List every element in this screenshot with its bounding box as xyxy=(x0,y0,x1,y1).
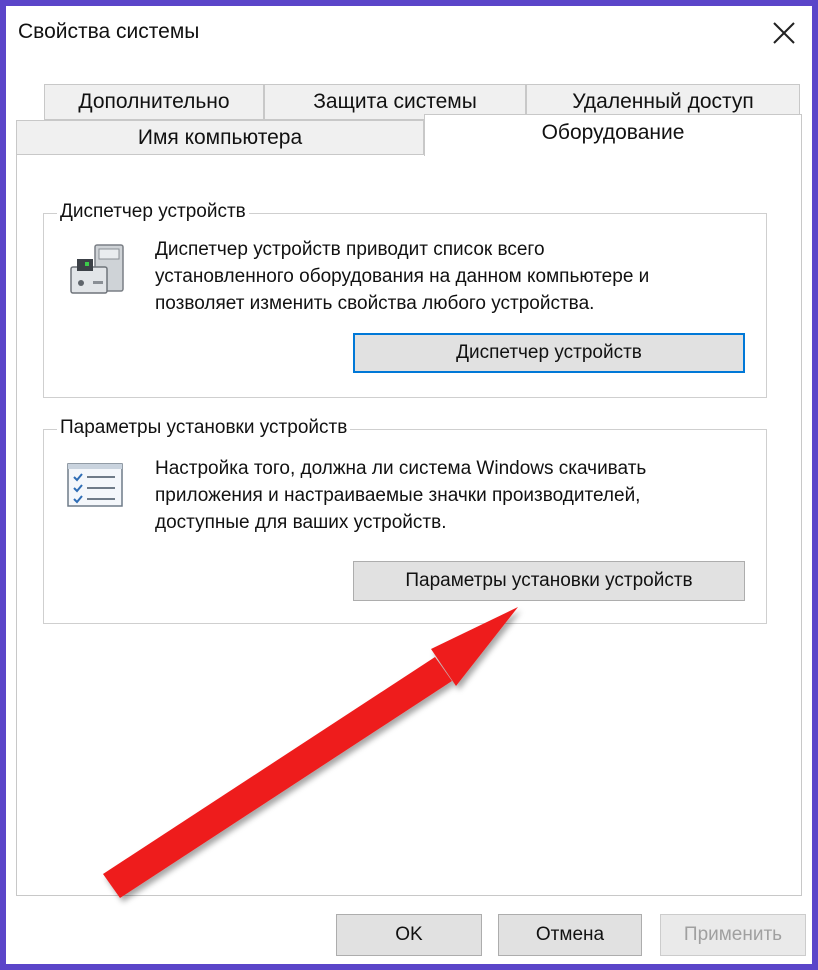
device-manager-icon xyxy=(67,241,127,304)
tab-advanced-label: Дополнительно xyxy=(78,90,230,113)
tab-hardware[interactable]: Оборудование xyxy=(424,114,802,156)
close-icon xyxy=(773,22,795,44)
device-manager-button-label: Диспетчер устройств xyxy=(456,342,642,363)
checklist-icon xyxy=(67,463,125,514)
install-settings-group-title: Параметры установки устройств xyxy=(57,417,351,439)
window-title: Свойства системы xyxy=(18,20,200,43)
ok-button-label: OK xyxy=(395,924,423,945)
device-manager-description-line: позволяет изменить свойства любого устро… xyxy=(155,293,595,314)
cancel-button[interactable]: Отмена xyxy=(498,914,642,956)
tab-system-protection-label: Защита системы xyxy=(313,90,477,113)
install-settings-description: Настройка того, должна ли система Window… xyxy=(155,455,646,536)
device-manager-group-title: Диспетчер устройств xyxy=(57,201,249,223)
tab-computer-name-label: Имя компьютера xyxy=(137,126,303,149)
install-settings-description-line: доступные для ваших устройств. xyxy=(155,512,447,533)
apply-button-label: Применить xyxy=(683,924,783,945)
tab-computer-name[interactable]: Имя компьютера xyxy=(16,120,424,156)
close-button[interactable] xyxy=(764,14,804,52)
install-settings-description-line: Настройка того, должна ли система Window… xyxy=(155,458,647,479)
install-settings-description-line: приложения и настраиваемые значки произв… xyxy=(155,485,641,506)
install-settings-button-label: Параметры установки устройств xyxy=(405,570,693,591)
apply-button[interactable]: Применить xyxy=(660,914,806,956)
tab-advanced[interactable]: Дополнительно xyxy=(44,84,264,120)
device-manager-description: Диспетчер устройств приводит список всег… xyxy=(155,236,649,317)
device-manager-description-line: установленного оборудования на данном ко… xyxy=(155,266,650,287)
tab-hardware-label: Оборудование xyxy=(541,120,685,144)
ok-button[interactable]: OK xyxy=(336,914,482,956)
install-settings-button[interactable]: Параметры установки устройств xyxy=(353,561,745,601)
device-manager-button[interactable]: Диспетчер устройств xyxy=(353,333,745,373)
tab-remote-access-label: Удаленный доступ xyxy=(572,90,754,113)
cancel-button-label: Отмена xyxy=(535,924,605,945)
device-manager-description-line: Диспетчер устройств приводит список всег… xyxy=(155,239,545,260)
tab-panel-hardware: Диспетчер устройств Диспетчер устройств … xyxy=(16,154,802,896)
